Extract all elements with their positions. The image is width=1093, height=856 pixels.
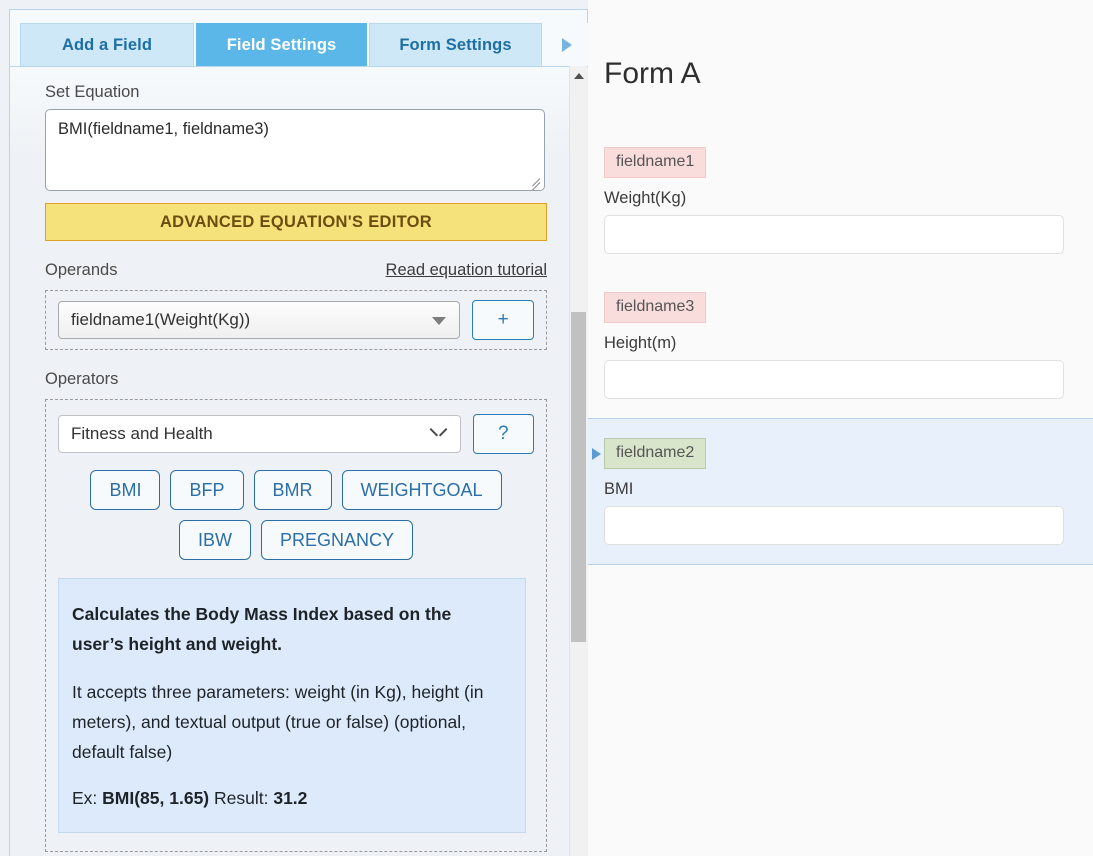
operator-button-weightgoal[interactable]: WEIGHTGOAL: [342, 470, 502, 510]
operators-label: Operators: [45, 370, 549, 389]
operator-button-label: BMI: [109, 480, 141, 501]
triangle-up-icon: [574, 73, 584, 79]
tab-label: Add a Field: [62, 36, 152, 55]
field-chip: fieldname2: [604, 438, 706, 469]
add-operand-button[interactable]: +: [472, 300, 534, 340]
operator-button-label: IBW: [198, 530, 232, 551]
operands-container: fieldname1(Weight(Kg)) +: [45, 290, 547, 350]
scrollbar-up-button[interactable]: [570, 66, 587, 86]
preview-field-fieldname1[interactable]: fieldname1 Weight(Kg): [588, 128, 1093, 273]
operand-select-value: fieldname1(Weight(Kg)): [71, 310, 250, 330]
preview-field-fieldname2[interactable]: fieldname2 BMI: [588, 418, 1093, 565]
operator-button-label: PREGNANCY: [280, 530, 394, 551]
builder-panel: Add a Field Field Settings Form Settings…: [0, 0, 588, 856]
operators-container: Fitness and Health ? BMI: [45, 399, 547, 852]
chevron-down-icon: [431, 428, 446, 437]
equation-textarea[interactable]: BMI(fieldname1, fieldname3): [45, 109, 545, 191]
tabs-overflow-next-button[interactable]: [544, 23, 590, 66]
operator-info-title: Calculates the Body Mass Index based on …: [72, 599, 503, 659]
operand-select[interactable]: fieldname1(Weight(Kg)): [58, 301, 460, 339]
tab-field-settings[interactable]: Field Settings: [196, 23, 367, 66]
equation-value: BMI(fieldname1, fieldname3): [58, 120, 269, 138]
field-settings-scrollbar[interactable]: [569, 66, 587, 856]
operator-info-panel: Calculates the Body Mass Index based on …: [58, 578, 526, 833]
operator-button-label: BMR: [273, 480, 313, 501]
operator-button-label: WEIGHTGOAL: [361, 480, 483, 501]
read-equation-tutorial-link[interactable]: Read equation tutorial: [386, 261, 547, 280]
page-title: Form A: [604, 57, 701, 91]
operator-info-body: It accepts three parameters: weight (in …: [72, 677, 503, 767]
field-label: Weight(Kg): [604, 189, 1071, 208]
example-result: 31.2: [273, 788, 307, 808]
scrollbar-thumb[interactable]: [571, 312, 586, 642]
operator-button-ibw[interactable]: IBW: [179, 520, 251, 560]
operands-header: Operands Read equation tutorial: [45, 261, 547, 280]
operator-button-bfp[interactable]: BFP: [170, 470, 243, 510]
form-builder-app: Add a Field Field Settings Form Settings…: [0, 0, 1093, 856]
operators-help-label: ?: [498, 423, 509, 445]
operator-info-example: Ex: BMI(85, 1.65) Result: 31.2: [72, 785, 503, 811]
field-chip: fieldname3: [604, 292, 706, 323]
example-call: BMI(85, 1.65): [102, 788, 209, 808]
operators-help-button[interactable]: ?: [473, 414, 534, 454]
field-label: Height(m): [604, 334, 1071, 353]
advanced-equation-editor-label: ADVANCED EQUATION'S EDITOR: [160, 213, 432, 232]
form-preview-panel: Form A fieldname1 Weight(Kg) fieldname3 …: [588, 0, 1093, 856]
operands-label: Operands: [45, 261, 117, 280]
field-label: BMI: [604, 480, 1071, 499]
operator-category-select[interactable]: Fitness and Health: [58, 415, 461, 453]
field-input-height[interactable]: [604, 360, 1064, 399]
operator-category-value: Fitness and Health: [71, 424, 213, 444]
resize-grip-icon[interactable]: [527, 174, 541, 188]
set-equation-label: Set Equation: [45, 83, 549, 102]
operator-button-bmr[interactable]: BMR: [254, 470, 332, 510]
field-input-bmi[interactable]: [604, 506, 1064, 545]
operator-button-label: BFP: [189, 480, 224, 501]
advanced-equation-editor-button[interactable]: ADVANCED EQUATION'S EDITOR: [45, 203, 547, 241]
tab-label: Form Settings: [399, 36, 511, 55]
tab-add-a-field[interactable]: Add a Field: [20, 23, 194, 66]
tab-label: Field Settings: [227, 36, 337, 55]
caret-down-icon: [432, 317, 446, 325]
add-operand-label: +: [498, 309, 509, 331]
operator-button-bmi[interactable]: BMI: [90, 470, 160, 510]
example-result-label: Result:: [209, 788, 273, 808]
preview-field-list: fieldname1 Weight(Kg) fieldname3 Height(…: [588, 128, 1093, 565]
example-prefix: Ex:: [72, 788, 102, 808]
field-settings-content: Set Equation BMI(fieldname1, fieldname3)…: [10, 67, 573, 856]
triangle-right-icon: [592, 448, 601, 460]
operator-button-pregnancy[interactable]: PREGNANCY: [261, 520, 413, 560]
tab-form-settings[interactable]: Form Settings: [369, 23, 542, 66]
operators-top-row: Fitness and Health ?: [58, 414, 534, 454]
field-chip: fieldname1: [604, 147, 706, 178]
builder-tabbar: Add a Field Field Settings Form Settings: [10, 10, 587, 67]
field-input-weight[interactable]: [604, 215, 1064, 254]
operator-function-buttons: BMI BFP BMR WEIGHTGOAL: [58, 470, 534, 560]
preview-field-fieldname3[interactable]: fieldname3 Height(m): [588, 273, 1093, 418]
field-settings-scroll-area: Set Equation BMI(fieldname1, fieldname3)…: [10, 66, 589, 856]
triangle-right-icon: [562, 38, 572, 52]
builder-frame: Add a Field Field Settings Form Settings…: [9, 9, 588, 856]
